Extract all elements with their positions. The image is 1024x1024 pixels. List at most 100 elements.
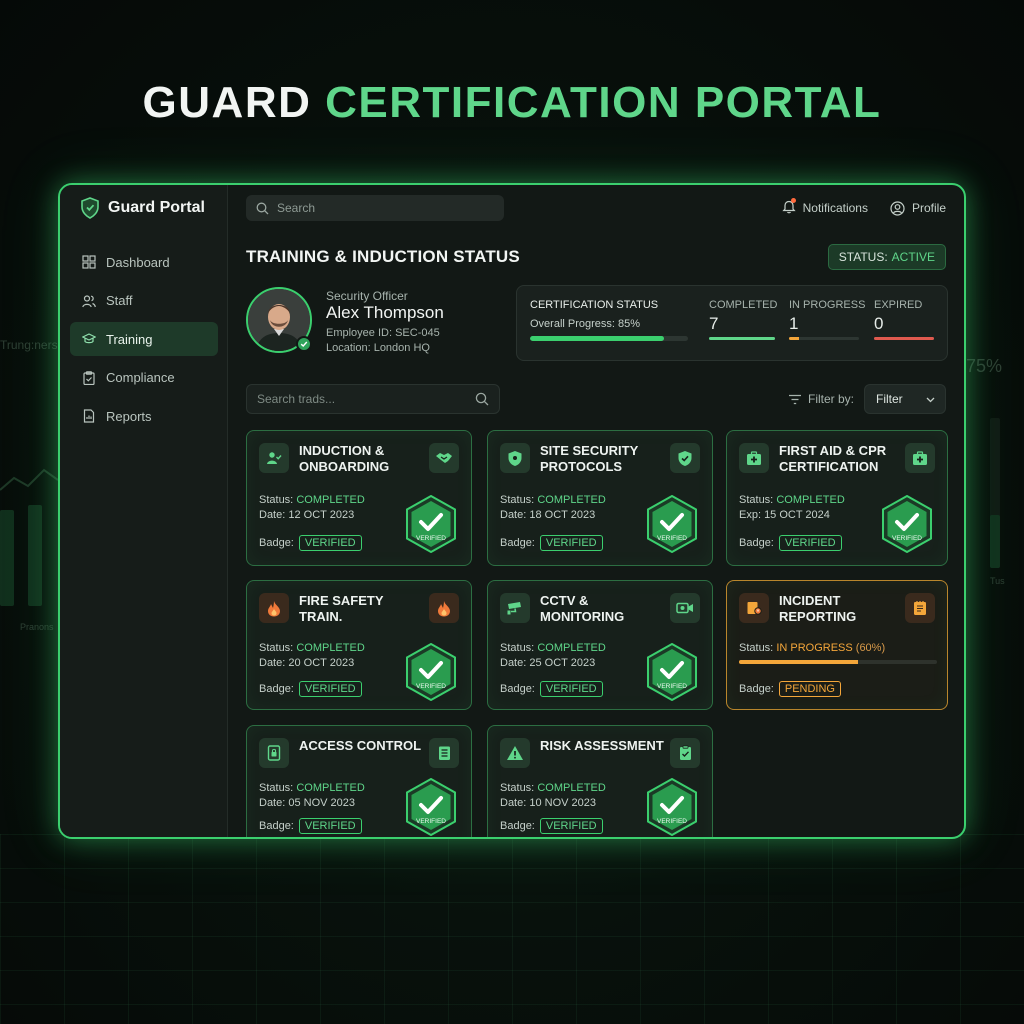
card-progress-bar xyxy=(739,660,937,664)
card-badge-row: Badge: VERIFIED xyxy=(259,681,362,697)
notifications-button[interactable]: Notifications xyxy=(781,198,868,217)
card-status-value: COMPLETED xyxy=(776,494,845,506)
card-status-value: COMPLETED xyxy=(296,642,365,654)
shield-check-icon xyxy=(670,443,700,473)
sidebar-item-compliance[interactable]: Compliance xyxy=(70,361,218,395)
profile-label: Profile xyxy=(911,201,946,215)
pending-tag: PENDING xyxy=(778,681,841,697)
stat-bar xyxy=(874,337,934,340)
verified-hex-label: VERIFIED xyxy=(892,535,922,542)
clipboard-check-icon xyxy=(670,738,700,768)
stat-label: IN PROGRESS xyxy=(789,299,866,311)
training-card-risk-assessment[interactable]: RISK ASSESSMENT Status: COMPLETED Date: … xyxy=(487,725,713,837)
verified-check-icon: VERIFIED xyxy=(406,494,456,554)
background-right-panel: 75% Tus xyxy=(964,300,1024,660)
bell-icon xyxy=(781,198,796,217)
card-badge-label: Badge: xyxy=(259,683,294,695)
notepad-icon xyxy=(905,593,935,623)
training-card-first-aid[interactable]: FIRST AID & CPR CERTIFICATION Status: CO… xyxy=(726,430,948,566)
verified-tag: VERIFIED xyxy=(298,535,362,551)
training-card-induction[interactable]: INDUCTION & ONBOARDING Status: COMPLETED… xyxy=(246,430,472,566)
users-icon xyxy=(82,294,96,307)
background-text: Trung:ners xyxy=(0,338,58,352)
clipboard-icon xyxy=(83,370,95,385)
verified-hex-badge: VERIFIED xyxy=(646,777,698,837)
card-status-label: Status: xyxy=(500,494,535,506)
main-content: TRAINING & INDUCTION STATUS STATUS: ACTI… xyxy=(228,231,964,837)
officer-name: Alex Thompson xyxy=(326,303,444,322)
card-status-value: IN PROGRESS xyxy=(776,642,853,654)
filter-value: Filter xyxy=(876,392,903,406)
officer-profile: Security Officer Alex Thompson Employee … xyxy=(246,287,506,357)
verified-hex-badge: VERIFIED xyxy=(646,642,698,702)
stat-in-progress: IN PROGRESS 1 xyxy=(789,299,866,340)
background-bar xyxy=(0,510,14,606)
verified-hex-badge: VERIFIED xyxy=(881,494,933,554)
card-title: FIRST AID & CPR CERTIFICATION xyxy=(779,443,887,474)
sidebar-item-dashboard[interactable]: Dashboard xyxy=(70,245,218,279)
card-status-value: COMPLETED xyxy=(537,642,606,654)
sidebar-item-training[interactable]: Training xyxy=(70,322,218,356)
card-title: ACCESS CONTROL xyxy=(299,738,422,753)
background-line xyxy=(0,468,58,491)
verified-check-icon: VERIFIED xyxy=(647,494,697,554)
verified-check-icon: VERIFIED xyxy=(406,642,456,702)
training-card-incident-reporting[interactable]: INCIDENT REPORTING Status: IN PROGRESS (… xyxy=(726,580,948,710)
training-card-cctv[interactable]: CCTV & MONITORING Status: COMPLETED Date… xyxy=(487,580,713,710)
card-expiry: Exp: 15 OCT 2024 xyxy=(739,509,830,521)
certification-title: CERTIFICATION STATUS xyxy=(530,299,659,311)
verified-hex-badge: VERIFIED xyxy=(405,777,457,837)
profile-button[interactable]: Profile xyxy=(890,199,946,217)
background-bar xyxy=(990,515,1000,568)
card-date: Date: 10 NOV 2023 xyxy=(500,797,597,809)
card-status: Status: COMPLETED xyxy=(500,642,606,654)
topbar-actions: Notifications Profile xyxy=(781,198,946,217)
stat-label: EXPIRED xyxy=(874,299,923,311)
notification-dot xyxy=(790,198,796,203)
sidebar-item-staff[interactable]: Staff xyxy=(70,284,218,318)
stat-bar xyxy=(709,337,775,340)
graduation-cap-icon xyxy=(82,333,96,344)
card-status: Status: COMPLETED xyxy=(259,642,365,654)
brand[interactable]: Guard Portal xyxy=(80,197,205,219)
chevron-down-icon xyxy=(926,397,935,403)
training-card-site-security[interactable]: SITE SECURITY PROTOCOLS Status: COMPLETE… xyxy=(487,430,713,566)
grid-icon xyxy=(82,255,96,269)
background-bar xyxy=(28,505,42,606)
card-status-value: COMPLETED xyxy=(537,782,606,794)
card-badge-label: Badge: xyxy=(500,683,535,695)
card-badge-row: Badge: VERIFIED xyxy=(500,681,603,697)
card-status-label: Status: xyxy=(739,494,774,506)
stat-bar-fill xyxy=(709,337,775,340)
certification-status-panel: CERTIFICATION STATUS Overall Progress: 8… xyxy=(516,285,948,361)
officer-employee-id: Employee ID: SEC-045 xyxy=(326,327,440,339)
sidebar: Guard Portal Dashboard Staff Training Co… xyxy=(60,185,228,837)
filter-dropdown[interactable]: Filter xyxy=(864,384,946,414)
card-badge-label: Badge: xyxy=(259,820,294,832)
sidebar-item-reports[interactable]: Reports xyxy=(70,399,218,433)
card-date: Date: 05 NOV 2023 xyxy=(259,797,356,809)
stat-bar xyxy=(789,337,859,340)
training-card-access-control[interactable]: ACCESS CONTROL Status: COMPLETED Date: 0… xyxy=(246,725,472,837)
search-input[interactable]: Search xyxy=(246,195,504,221)
card-status: Status: COMPLETED xyxy=(259,494,365,506)
hero-title-word1: GUARD xyxy=(142,78,312,127)
card-status: Status: COMPLETED xyxy=(500,782,606,794)
search-icon xyxy=(256,202,269,214)
verified-tag: VERIFIED xyxy=(298,818,362,834)
verified-check-icon xyxy=(296,336,312,352)
status-badge-value: ACTIVE xyxy=(891,250,935,264)
hero-title: GUARD CERTIFICATION PORTAL xyxy=(0,78,1024,128)
card-title: CCTV & MONITORING xyxy=(540,593,625,624)
card-status-label: Status: xyxy=(259,494,294,506)
training-card-fire-safety[interactable]: FIRE SAFETY TRAIN. Status: COMPLETED Dat… xyxy=(246,580,472,710)
card-badge-row: Badge: VERIFIED xyxy=(500,535,603,551)
sidebar-nav: Dashboard Staff Training Compliance Repo… xyxy=(70,245,218,438)
brand-name: Guard Portal xyxy=(108,199,205,216)
overall-progress-bar xyxy=(530,336,688,341)
verified-hex-badge: VERIFIED xyxy=(646,494,698,554)
training-search-input[interactable]: Search trads... xyxy=(246,384,500,414)
card-status: Status: COMPLETED xyxy=(739,494,845,506)
stat-label: COMPLETED xyxy=(709,299,778,311)
verified-tag: VERIFIED xyxy=(539,535,603,551)
